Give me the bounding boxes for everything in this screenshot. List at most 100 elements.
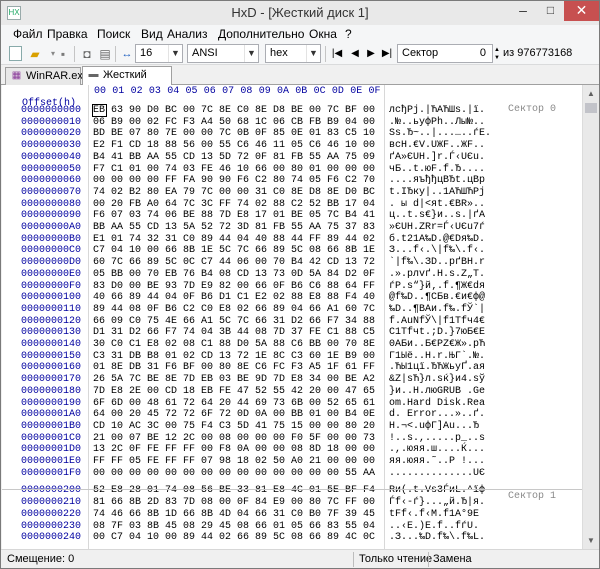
row-hex-bytes[interactable]: 52 E8 28 01 74 08 56 BE 33 81 E8 4C 01 5… bbox=[93, 485, 375, 497]
row-hex-bytes[interactable]: 00 00 00 00 00 00 00 00 00 00 00 00 00 0… bbox=[93, 468, 375, 480]
scroll-up-icon[interactable]: ▲ bbox=[583, 85, 599, 102]
row-text[interactable]: f.АuNfЎ\|f1Тfч4€ bbox=[389, 316, 485, 328]
row-hex-bytes[interactable]: BB AA 55 CD 13 5A 52 72 3D 81 FB 55 AA 7… bbox=[93, 222, 375, 234]
offset-base-select[interactable]: hex ▼ bbox=[265, 44, 321, 63]
close-button[interactable]: ✕ bbox=[564, 1, 599, 21]
row-hex-bytes[interactable]: 74 02 B2 80 EA 79 7C 00 00 31 C0 8E D8 8… bbox=[93, 187, 375, 199]
row-text[interactable]: Г1Ыё..Н.r.ЊГ`.№. bbox=[389, 351, 485, 363]
row-text[interactable]: ѓР.ѕ“}й‚.f.¶Ж€dя bbox=[389, 281, 485, 293]
row-text[interactable]: .№..ьуфPh..Лы№.. bbox=[389, 117, 485, 129]
menu-file[interactable]: Файл bbox=[11, 25, 45, 43]
row-hex-bytes[interactable]: 89 44 08 0F B6 C2 C0 E8 02 66 89 04 66 A… bbox=[93, 304, 375, 316]
row-text[interactable]: ‰D..¶ВАи.f‰.fЎ`| bbox=[389, 304, 485, 316]
row-text[interactable]: &Z|ѕЋ}л.ѕќ}и4.ѕў bbox=[389, 374, 485, 386]
row-text[interactable]: ґA»ЄUН.]r.Ѓ‹UЄu. bbox=[389, 152, 485, 164]
row-text[interactable]: б.t21А‰D.@€Dя‰D. bbox=[389, 234, 485, 246]
row-text[interactable]: яя.юяя.˜..P !... bbox=[389, 456, 485, 468]
prev-sector-icon[interactable]: ◀ bbox=[347, 46, 363, 62]
row-hex-bytes[interactable]: B4 41 BB AA 55 CD 13 5D 72 0F 81 FB 55 A… bbox=[93, 152, 375, 164]
row-hex-bytes[interactable]: 7D E8 2E 00 CD 18 EB FE 47 52 55 42 20 0… bbox=[93, 386, 375, 398]
hex-editor[interactable]: Offset(h) 00 01 02 03 04 05 06 07 08 09 0A 0B 0C 0D 0E… bbox=[2, 85, 582, 549]
row-text[interactable]: . ы d|<яt.€ВR».. bbox=[389, 199, 485, 211]
row-hex-bytes[interactable]: 40 66 89 44 04 0F B6 D1 C1 E2 02 88 E8 8… bbox=[93, 292, 375, 304]
menu-search[interactable]: Поиск bbox=[95, 25, 132, 43]
charset-select[interactable]: ANSI ▼ bbox=[187, 44, 259, 63]
open-file-icon[interactable]: ▰ bbox=[27, 46, 43, 62]
row-text[interactable]: Н.¬<.uфГ]Au...Ђ bbox=[389, 421, 485, 433]
row-text[interactable]: .ЋЫ1цї.ЂЋЖьуҐ.aя bbox=[389, 362, 485, 374]
row-text[interactable]: ц..t.ѕ€}и..ѕ.|ґA bbox=[389, 210, 485, 222]
row-text[interactable]: .».pлvґ.Н.s.Z„Т. bbox=[389, 269, 485, 281]
row-text[interactable]: .,.юяя.ш....Ќ... bbox=[389, 444, 485, 456]
row-hex-bytes[interactable]: 6F 6D 00 48 61 72 64 20 44 69 73 6B 00 5… bbox=[93, 398, 375, 410]
row-text[interactable]: всН.€V.UЖF..ЖF.. bbox=[389, 140, 485, 152]
last-sector-icon[interactable]: ▶| bbox=[379, 46, 395, 62]
row-hex-bytes[interactable]: 81 66 8B 2D 83 7D 08 00 0F 84 E9 00 80 7… bbox=[93, 497, 375, 509]
row-text[interactable]: Rи(.t.Vѕ3ЃиL.^їф bbox=[389, 485, 485, 497]
scroll-down-icon[interactable]: ▼ bbox=[583, 532, 599, 549]
row-hex-bytes[interactable]: EB 63 90 D0 BC 00 7C 8E C0 8E D8 BE 00 7… bbox=[93, 105, 375, 117]
row-hex-bytes[interactable]: 01 8E DB 31 F6 BF 00 80 8E C6 FC F3 A5 1… bbox=[93, 362, 375, 374]
row-hex-bytes[interactable]: 00 C7 04 10 00 89 44 02 66 89 5C 08 66 8… bbox=[93, 532, 375, 544]
row-text[interactable]: om.Hard Disk.Rea bbox=[389, 398, 485, 410]
minimize-button[interactable]: – bbox=[509, 1, 537, 21]
status-readonly[interactable]: Только чтение bbox=[359, 550, 432, 568]
row-text[interactable]: Ѕѕ.Ђ~..|...…..ѓЕ. bbox=[389, 128, 491, 140]
row-hex-bytes[interactable]: 00 20 FB A0 64 7C 3C FF 74 02 88 C2 52 B… bbox=[93, 199, 375, 211]
vertical-scrollbar[interactable]: ▲ ▼ bbox=[582, 85, 599, 549]
title-bar[interactable]: HX HxD - [Жесткий диск 1] – □ ✕ bbox=[1, 1, 599, 25]
row-hex-bytes[interactable]: 21 00 07 BE 12 2C 00 08 00 00 00 F0 5F 0… bbox=[93, 433, 375, 445]
row-hex-bytes[interactable]: 30 C0 C1 E8 02 08 C1 88 D0 5A 88 C6 BB 0… bbox=[93, 339, 375, 351]
row-hex-bytes[interactable]: C7 04 10 00 66 8B 1E 5C 7C 66 89 5C 08 6… bbox=[93, 245, 375, 257]
row-hex-bytes[interactable]: F6 07 03 74 06 BE 88 7D E8 17 01 BE 05 7… bbox=[93, 210, 375, 222]
status-mode[interactable]: Замена bbox=[433, 550, 472, 568]
row-hex-bytes[interactable]: 83 D0 00 BE 93 7D E9 82 00 66 0F B6 C6 8… bbox=[93, 281, 375, 293]
row-text[interactable]: лcђРј.|ЋАЋШѕ.|ї. bbox=[389, 105, 485, 117]
row-text[interactable]: »ЄUН.ZRr=Ѓ‹UЄu7ѓ bbox=[389, 222, 485, 234]
row-hex-bytes[interactable]: CD 10 AC 3C 00 75 F4 C3 5D 41 75 15 00 0… bbox=[93, 421, 375, 433]
maximize-button[interactable]: □ bbox=[537, 1, 564, 21]
row-hex-bytes[interactable]: 26 5A 7C BE 8E 7D EB 03 BE 9D 7D E8 34 0… bbox=[93, 374, 375, 386]
row-hex-bytes[interactable]: E2 F1 CD 18 88 56 00 55 C6 46 11 05 C6 4… bbox=[93, 140, 375, 152]
row-text[interactable]: ....яъђђцВЂt.цВp bbox=[389, 175, 485, 187]
row-hex-bytes[interactable]: 60 7C 66 89 5C 0C C7 44 06 00 70 B4 42 C… bbox=[93, 257, 375, 269]
menu-windows[interactable]: Окна bbox=[307, 25, 339, 43]
sector-input[interactable]: Сектор 0 bbox=[397, 44, 493, 63]
row-text[interactable]: С1Тfчt.;D.}7юБ€Е bbox=[389, 327, 485, 339]
open-disk-icon[interactable]: ◘ bbox=[79, 46, 95, 62]
row-text[interactable]: 0АБи..Б€РZ€Ж».pЋ bbox=[389, 339, 485, 351]
row-text[interactable]: `|f‰\.ЗD..pґBН.r bbox=[389, 257, 485, 269]
row-hex-bytes[interactable]: F7 C1 01 00 74 03 FE 46 10 66 00 80 01 0… bbox=[93, 164, 375, 176]
row-hex-bytes[interactable]: 64 00 20 45 72 72 6F 72 0D 0A 00 BB 01 0… bbox=[93, 409, 375, 421]
row-text[interactable]: !..ѕ.,.....р_..s bbox=[389, 433, 485, 445]
row-text[interactable]: ..............UЄ bbox=[389, 468, 485, 480]
bytes-per-row-select[interactable]: 16 ▼ bbox=[135, 44, 183, 63]
save-icon[interactable]: ▪ bbox=[55, 46, 71, 62]
tab-hard-disk[interactable]: ▬ Жесткий диск 1 bbox=[82, 66, 172, 97]
open-ram-icon[interactable]: ▤ bbox=[97, 46, 113, 62]
menu-edit[interactable]: Правка bbox=[45, 25, 90, 43]
row-hex-bytes[interactable]: BD BE 07 80 7E 00 00 7C 0B 0F 85 0E 01 8… bbox=[93, 128, 375, 140]
menu-analysis[interactable]: Анализ bbox=[165, 25, 210, 43]
menu-view[interactable]: Вид bbox=[139, 25, 165, 43]
row-hex-bytes[interactable]: E1 01 74 32 31 C0 89 44 04 40 88 44 FF 8… bbox=[93, 234, 375, 246]
row-text[interactable]: З...f‹.\|f‰\.f‹. bbox=[389, 245, 485, 257]
row-hex-bytes[interactable]: 13 2C 0F FE FF FF 00 F8 0A 00 00 08 8D 1… bbox=[93, 444, 375, 456]
row-text[interactable]: ..‹E.)E.f..fѓU. bbox=[389, 521, 479, 533]
row-hex-bytes[interactable]: 00 00 00 00 FF FA 90 90 F6 C2 80 74 05 F… bbox=[93, 175, 375, 187]
row-hex-bytes[interactable]: 74 46 66 8B 1D 66 8B 4D 04 66 31 C0 B0 7… bbox=[93, 509, 375, 521]
row-hex-bytes[interactable]: 08 7F 03 8B 45 08 29 45 08 66 01 05 66 8… bbox=[93, 521, 375, 533]
next-sector-icon[interactable]: ▶ bbox=[363, 46, 379, 62]
row-hex-bytes[interactable]: 05 BB 00 70 EB 76 B4 08 CD 13 73 0D 5A 8… bbox=[93, 269, 375, 281]
columns-icon[interactable]: ↔ bbox=[119, 46, 135, 62]
tab-winrar[interactable]: ▦ WinRAR.exe bbox=[5, 67, 89, 85]
row-text[interactable]: tFf‹.f‹M.f1А°9E bbox=[389, 509, 479, 521]
first-sector-icon[interactable]: |◀ bbox=[329, 46, 345, 62]
row-text[interactable]: d. Error...»..ґ. bbox=[389, 409, 485, 421]
menu-help[interactable]: ? bbox=[343, 25, 354, 43]
row-hex-bytes[interactable]: C3 31 DB B8 01 02 CD 13 72 1E 8C C3 60 1… bbox=[93, 351, 375, 363]
scroll-thumb[interactable] bbox=[585, 103, 597, 113]
menu-extras[interactable]: Дополнительно bbox=[216, 25, 306, 43]
row-text[interactable]: @f‰D..¶СБв.€и€ф@ bbox=[389, 292, 485, 304]
row-hex-bytes[interactable]: FF FF 05 FE FF FF 07 98 18 02 50 A0 21 0… bbox=[93, 456, 375, 468]
